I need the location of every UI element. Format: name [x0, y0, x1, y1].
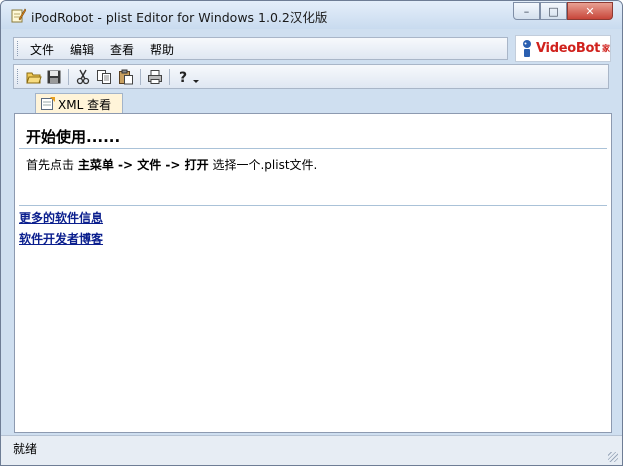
window-title: iPodRobot - plist Editor for Windows 1.0… [31, 10, 328, 25]
toolbar-separator [169, 69, 170, 85]
toolbar-separator [68, 69, 69, 85]
instruction-step-main-menu: 主菜单 [77, 158, 114, 172]
status-bar: 就绪 [1, 435, 622, 465]
chevron-down-icon[interactable] [192, 69, 200, 85]
resize-grip[interactable] [608, 452, 618, 462]
notepad-pencil-icon [10, 7, 27, 23]
instruction-suffix: 选择一个.plist文件. [208, 158, 318, 172]
menu-edit[interactable]: 编辑 [70, 41, 94, 58]
svg-text:?: ? [179, 70, 187, 85]
menu-file[interactable]: 文件 [30, 41, 54, 58]
menu-view[interactable]: 查看 [110, 41, 134, 58]
logo-mark: 家 [602, 44, 610, 53]
maximize-icon: □ [548, 4, 559, 18]
instruction-step-file: 文件 [137, 158, 162, 172]
tab-xml-view[interactable]: XML 查看 [35, 93, 123, 113]
menu-help[interactable]: 帮助 [150, 41, 174, 58]
minimize-button[interactable]: – [513, 2, 540, 20]
cut-icon[interactable] [75, 69, 91, 85]
divider [19, 148, 607, 149]
instruction-arrow: -> [113, 158, 138, 172]
divider [19, 205, 607, 206]
toolbar: ? [13, 64, 609, 89]
help-icon[interactable]: ? [176, 69, 192, 85]
xml-document-icon [40, 96, 56, 114]
title-bar[interactable]: iPodRobot - plist Editor for Windows 1.0… [1, 1, 622, 29]
status-text: 就绪 [13, 442, 38, 456]
minimize-icon: – [523, 4, 530, 18]
developer-blog-link[interactable]: 软件开发者博客 [19, 230, 103, 247]
save-icon[interactable] [46, 69, 62, 85]
menu-bar: 文件 编辑 查看 帮助 [13, 37, 508, 60]
instruction-text: 首先点击 主菜单 -> 文件 -> 打开 选择一个.plist文件. [26, 156, 317, 173]
xml-view-pane: 开始使用...... 首先点击 主菜单 -> 文件 -> 打开 选择一个.pli… [14, 113, 612, 433]
toolbar-separator [140, 69, 141, 85]
paste-icon[interactable] [118, 69, 134, 85]
open-folder-icon[interactable] [26, 69, 42, 85]
robot-mascot-icon [523, 40, 531, 57]
logo-text: VideoBot [536, 41, 600, 56]
instruction-prefix: 首先点击 [26, 158, 78, 172]
more-software-info-link[interactable]: 更多的软件信息 [19, 209, 103, 226]
toolbar-grip[interactable] [17, 69, 20, 84]
instruction-arrow: -> [161, 158, 185, 172]
print-icon[interactable] [147, 69, 163, 85]
videobot-logo: VideoBot 家 [515, 35, 611, 62]
app-window: iPodRobot - plist Editor for Windows 1.0… [0, 0, 623, 466]
instruction-step-open: 打开 [184, 158, 209, 172]
page-title: 开始使用...... [26, 128, 121, 146]
menubar-grip[interactable] [17, 41, 20, 56]
close-button[interactable]: ✕ [567, 2, 613, 20]
maximize-button[interactable]: □ [540, 2, 567, 20]
close-icon: ✕ [585, 4, 595, 18]
tab-label: XML 查看 [58, 98, 112, 112]
copy-icon[interactable] [96, 69, 112, 85]
